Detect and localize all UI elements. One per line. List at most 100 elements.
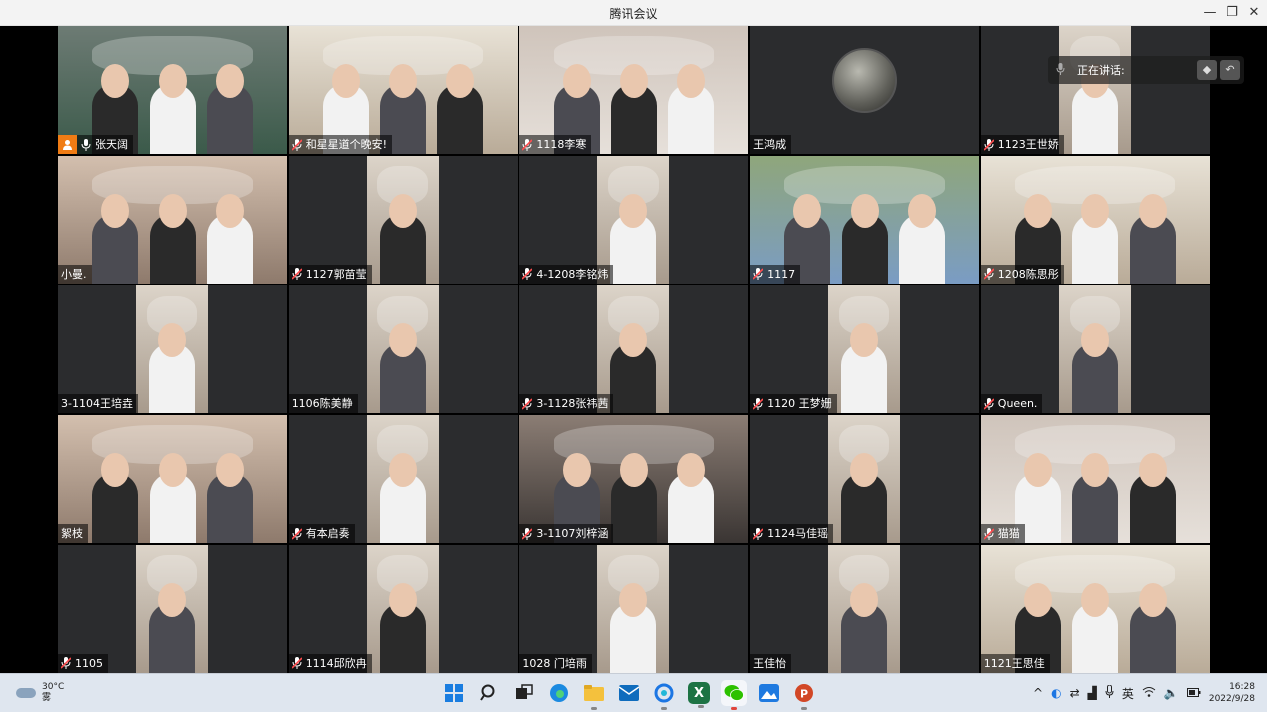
- participant-tile[interactable]: 1127郭苗莹: [288, 155, 518, 284]
- participant-tile[interactable]: 4-1208李铭炜: [519, 155, 749, 284]
- graph-icon[interactable]: ▟: [1088, 686, 1097, 700]
- participant-tile[interactable]: 1105: [58, 544, 287, 673]
- participant-label: 和星星道个晚安!: [288, 135, 393, 154]
- person-head: [388, 582, 417, 617]
- participant-tile[interactable]: 1123王世娇: [980, 26, 1210, 154]
- battery-icon[interactable]: [1186, 686, 1201, 700]
- person-head: [158, 64, 187, 98]
- volume-icon[interactable]: 🔈: [1164, 686, 1179, 700]
- person-head: [389, 64, 418, 98]
- video-grid: 张天阔 和星星道个晚安! 1118李寒 王鸿成 1123王世娇小曼. 1127郭苗莹 4-1…: [58, 26, 1210, 673]
- video-feed: [366, 155, 439, 284]
- participant-tile[interactable]: Queen.: [980, 285, 1210, 414]
- photos-icon[interactable]: [756, 680, 782, 706]
- participant-tile[interactable]: 和星星道个晚安!: [288, 26, 518, 154]
- participant-label: Queen.: [980, 394, 1043, 414]
- microphone-icon[interactable]: [1105, 684, 1114, 701]
- person-head: [1081, 582, 1110, 617]
- wechat-icon[interactable]: [721, 680, 747, 710]
- participant-tile[interactable]: 有本启奏: [288, 415, 518, 544]
- participant-tile[interactable]: 1120 王梦姗: [750, 285, 980, 414]
- folder-icon[interactable]: [581, 680, 607, 710]
- participant-label: 3-1128张祎茜: [519, 394, 614, 414]
- person-head: [158, 193, 187, 228]
- ime-indicator[interactable]: 英: [1122, 685, 1134, 702]
- person-head: [1138, 193, 1167, 228]
- participant-label: 有本启奏: [288, 524, 355, 544]
- participant-tile[interactable]: 1117: [750, 155, 980, 284]
- powerpoint-icon[interactable]: P: [791, 680, 817, 710]
- participant-name: 1105: [75, 656, 103, 670]
- person-head: [1024, 193, 1053, 228]
- person-head: [388, 453, 417, 488]
- excel-icon[interactable]: X: [688, 682, 710, 708]
- person-head: [1080, 323, 1109, 358]
- clock[interactable]: 16:28 2022/9/28: [1209, 681, 1255, 705]
- undo-icon[interactable]: ↶: [1220, 60, 1240, 80]
- clock-time: 16:28: [1229, 682, 1255, 692]
- window-title: 腾讯会议: [609, 7, 658, 21]
- participant-tile[interactable]: 1124马佳瑶: [750, 415, 980, 544]
- participant-name: 王鸿成: [753, 138, 787, 151]
- running-indicator: [731, 707, 737, 710]
- participant-label: 1120 王梦姗: [750, 394, 837, 414]
- meeting-icon[interactable]: [651, 680, 677, 710]
- mail-icon[interactable]: [616, 680, 642, 706]
- host-icon: [58, 135, 77, 154]
- participant-tile[interactable]: 1114邱欣冉: [288, 544, 518, 673]
- person-head: [850, 453, 879, 488]
- search-icon[interactable]: [476, 680, 502, 706]
- meeting-tray-icon[interactable]: ◐: [1051, 686, 1061, 700]
- mic-muted-icon: [291, 657, 302, 670]
- participant-tile[interactable]: 1028 门培雨: [519, 544, 749, 673]
- mic-muted-icon: [61, 657, 71, 670]
- close-icon[interactable]: ✕: [1243, 3, 1265, 23]
- cloud-icon: [16, 688, 36, 698]
- video-feed: [828, 544, 901, 673]
- person-head: [619, 453, 648, 488]
- participant-label: 1121王思佳: [980, 653, 1050, 673]
- participant-tile[interactable]: 小曼.: [58, 155, 287, 284]
- participant-tile[interactable]: 猫猫: [980, 415, 1210, 544]
- video-feed: [136, 285, 208, 414]
- participant-tile[interactable]: 絮枝: [58, 415, 287, 544]
- participant-tile[interactable]: 王鸿成: [750, 26, 980, 154]
- participant-label: 1118李寒: [519, 135, 592, 154]
- expand-icon[interactable]: ◆: [1197, 60, 1217, 80]
- participant-tile[interactable]: 王佳怡: [750, 544, 980, 673]
- video-feed: [58, 155, 287, 284]
- maximize-icon[interactable]: ❐: [1221, 3, 1243, 23]
- minimize-icon[interactable]: —: [1199, 3, 1221, 23]
- participant-name: 王佳怡: [753, 656, 787, 670]
- wifi-icon[interactable]: [1142, 686, 1156, 700]
- mic-muted-icon: [983, 527, 994, 540]
- taskbar-apps: X P: [441, 680, 817, 710]
- participant-tile[interactable]: 1118李寒: [519, 26, 749, 154]
- participant-tile[interactable]: 3-1107刘梓涵: [519, 415, 749, 544]
- clock-date: 2022/9/28: [1208, 694, 1255, 704]
- mic-icon: [1056, 62, 1065, 78]
- windows-icon[interactable]: [441, 680, 467, 706]
- person-head: [793, 193, 822, 228]
- mic-muted-icon: [983, 268, 994, 281]
- participant-tile[interactable]: 1106陈美静: [288, 285, 518, 414]
- person-head: [215, 193, 244, 228]
- participant-tile[interactable]: 张天阔: [58, 26, 287, 154]
- video-feed: [1058, 26, 1131, 154]
- task-view-icon[interactable]: [511, 680, 537, 706]
- network-transfer-icon[interactable]: ⇄: [1070, 686, 1080, 700]
- participant-tile[interactable]: 1208陈思彤: [980, 155, 1210, 284]
- weather-widget[interactable]: 30°C 雾: [16, 682, 64, 704]
- participant-tile[interactable]: 3-1104王培垚: [58, 285, 287, 414]
- participant-name: 1208陈思彤: [997, 267, 1059, 281]
- participant-tile[interactable]: 3-1128张祎茜: [519, 285, 749, 414]
- weather-condition: 雾: [42, 693, 52, 703]
- edge-icon[interactable]: [546, 680, 572, 706]
- running-indicator: [661, 707, 667, 710]
- person-head: [619, 64, 648, 98]
- participant-name: 1127郭苗莹: [305, 267, 367, 281]
- chevron-up-icon[interactable]: ^: [1033, 686, 1043, 700]
- avatar: [832, 48, 898, 113]
- participant-name: 和星星道个晚安!: [305, 138, 388, 151]
- participant-tile[interactable]: 1121王思佳: [980, 544, 1210, 673]
